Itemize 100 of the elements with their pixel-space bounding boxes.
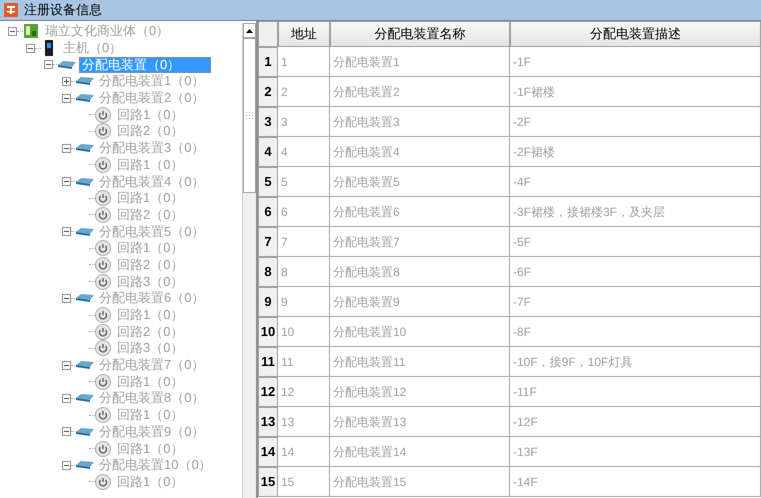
row-header[interactable]: 1 [258, 47, 278, 77]
row-header[interactable]: 15 [258, 467, 278, 497]
table-cell: 5 [278, 167, 330, 197]
tree-item[interactable]: 分配电装置6（0） [97, 291, 206, 306]
row-header[interactable]: 6 [258, 197, 278, 227]
tree-item[interactable]: 回路3（0） [115, 274, 186, 289]
window-title: 注册设备信息 [24, 1, 102, 20]
tree-item[interactable]: 回路2（0） [115, 258, 186, 272]
column-header[interactable]: 分配电装置描述 [510, 21, 761, 47]
device-icon [76, 294, 94, 302]
table-cell: -5F [510, 227, 761, 257]
tree-item[interactable]: 回路2（0） [115, 124, 186, 138]
tree-item[interactable]: 主机（0） [61, 41, 124, 56]
tree-item[interactable]: 瑞立文化商业体（0） [43, 24, 172, 38]
table-cell: 10 [278, 317, 330, 347]
column-header[interactable]: 分配电装置名称 [330, 21, 510, 47]
device-icon [76, 428, 94, 436]
tree-item[interactable]: 分配电装置10（0） [97, 458, 214, 472]
table-cell: 12 [278, 377, 330, 407]
collapse-icon[interactable] [62, 177, 71, 186]
power-icon [95, 240, 111, 256]
power-icon [95, 374, 111, 390]
collapse-icon[interactable] [26, 44, 35, 53]
table-cell: 分配电装置12 [330, 377, 510, 407]
row-header[interactable]: 13 [258, 407, 278, 437]
collapse-icon[interactable] [62, 460, 71, 470]
power-icon [95, 340, 111, 356]
tree-item[interactable]: 分配电装置2（0） [97, 91, 206, 106]
table-cell: 分配电装置7 [330, 227, 510, 257]
table-cell: -1F裙楼 [510, 77, 761, 107]
collapse-icon[interactable] [8, 26, 17, 36]
table-cell: 分配电装置9 [330, 287, 510, 317]
row-header[interactable]: 5 [258, 167, 278, 197]
computer-tower-icon [44, 40, 54, 56]
collapse-icon[interactable] [62, 294, 71, 303]
device-icon [76, 361, 94, 370]
table-cell: -12F [510, 407, 761, 437]
device-icon [76, 394, 94, 402]
tree-item[interactable]: 回路1（0） [115, 308, 186, 322]
row-header[interactable]: 9 [258, 287, 278, 317]
tree-item[interactable]: 分配电装置5（0） [97, 224, 206, 239]
table-cell: -1F [510, 47, 761, 77]
scroll-thumb[interactable] [243, 38, 256, 193]
tree-item[interactable]: 分配电装置9（0） [97, 424, 206, 439]
row-header[interactable]: 14 [258, 437, 278, 467]
collapse-icon[interactable] [62, 144, 71, 153]
corner-header [258, 21, 278, 47]
column-header[interactable]: 地址 [278, 21, 330, 47]
expand-icon[interactable] [62, 76, 71, 86]
row-header[interactable]: 4 [258, 137, 278, 167]
collapse-icon[interactable] [62, 227, 71, 236]
table-cell: 分配电装置11 [330, 347, 510, 377]
collapse-icon[interactable] [62, 94, 71, 103]
tree-item[interactable]: 分配电装置7（0） [97, 358, 206, 372]
tree-item[interactable]: 分配电装置3（0） [97, 141, 206, 156]
row-header[interactable]: 11 [258, 347, 278, 377]
row-header[interactable]: 3 [258, 107, 278, 137]
device-icon [76, 178, 94, 186]
power-icon [95, 407, 111, 424]
tree-item[interactable]: 回路1（0） [115, 374, 186, 389]
collapse-icon[interactable] [44, 60, 53, 70]
table-cell: -11F [510, 377, 761, 407]
tree-item[interactable]: 分配电装置1（0） [97, 74, 206, 88]
tree-item[interactable]: 回路1（0） [115, 408, 186, 422]
tree-item[interactable]: 回路1（0） [115, 241, 186, 256]
table-cell: -8F [510, 317, 761, 347]
tree-item[interactable]: 回路1（0） [115, 474, 186, 489]
collapse-icon[interactable] [62, 427, 71, 436]
row-header[interactable]: 7 [258, 227, 278, 257]
collapse-icon[interactable] [62, 394, 71, 403]
tree-item[interactable]: 分配电装置（0） [79, 56, 212, 73]
tree-item[interactable]: 回路2（0） [115, 324, 186, 339]
power-icon [95, 106, 111, 123]
row-header[interactable]: 10 [258, 317, 278, 347]
scrollbar[interactable] [242, 23, 256, 498]
tree-item[interactable]: 回路1（0） [115, 158, 186, 172]
tree-item[interactable]: 回路1（0） [115, 442, 186, 456]
scroll-up-icon[interactable] [243, 23, 256, 38]
table-cell: 6 [278, 197, 330, 227]
table-cell: -14F [510, 467, 761, 497]
power-icon [95, 474, 111, 490]
power-icon [95, 440, 111, 457]
tree-item[interactable]: 分配电装置4（0） [97, 174, 206, 189]
collapse-icon[interactable] [62, 360, 71, 370]
tree-item[interactable]: 回路2（0） [115, 208, 186, 222]
table-cell: 分配电装置2 [330, 77, 510, 107]
table-cell: 3 [278, 107, 330, 137]
table-cell: 分配电装置1 [330, 47, 510, 77]
app-icon [4, 3, 18, 17]
table-cell: -6F [510, 257, 761, 287]
table-cell: -2F [510, 107, 761, 137]
tree-item[interactable]: 回路1（0） [115, 108, 186, 122]
device-icon [76, 144, 94, 152]
row-header[interactable]: 2 [258, 77, 278, 107]
tree-item[interactable]: 回路3（0） [115, 341, 186, 356]
row-header[interactable]: 12 [258, 377, 278, 407]
table-cell: 1 [278, 47, 330, 77]
row-header[interactable]: 8 [258, 257, 278, 287]
tree-item[interactable]: 回路1（0） [115, 191, 186, 206]
tree-item[interactable]: 分配电装置8（0） [97, 391, 206, 406]
